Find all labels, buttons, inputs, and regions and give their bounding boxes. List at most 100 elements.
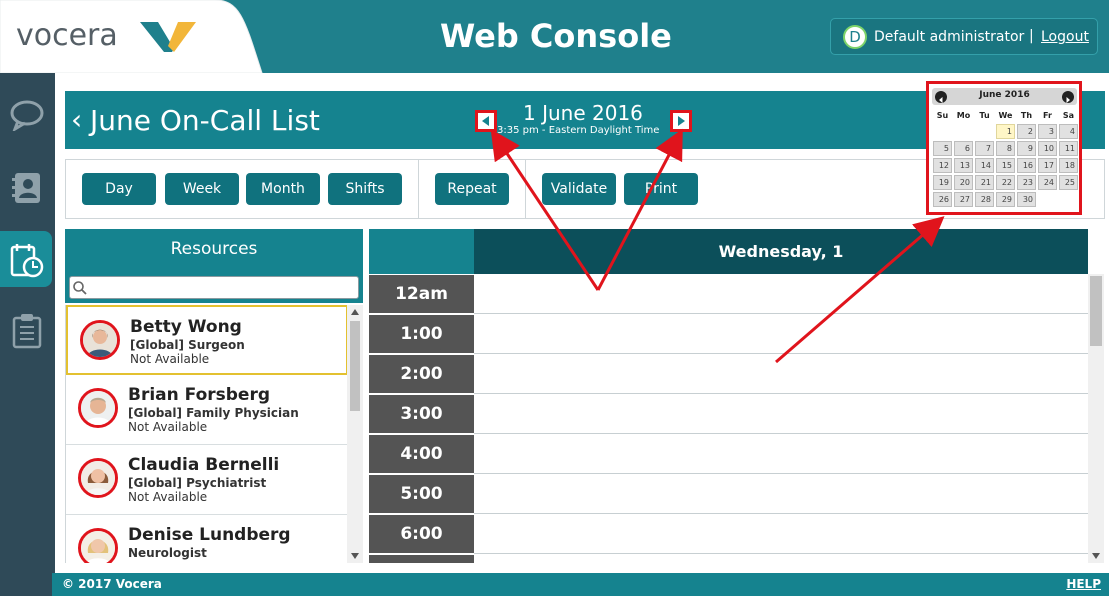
nav-messages-button[interactable] [0, 87, 52, 143]
calendar-day[interactable]: 10 [1038, 141, 1057, 156]
calendar-next-month-button[interactable] [1062, 91, 1074, 103]
shifts-button[interactable]: Shifts [328, 173, 402, 205]
calendar-weekday-label: Tu [979, 111, 990, 120]
calendar-day[interactable]: 14 [975, 158, 994, 173]
schedule-slot[interactable] [474, 314, 1088, 354]
list-title: June On-Call List [90, 104, 320, 137]
scroll-down-icon [1092, 553, 1100, 559]
list-item[interactable]: Betty Wong [Global] Surgeon Not Availabl… [66, 305, 348, 375]
triangle-right-icon [1066, 97, 1070, 103]
scrollbar-thumb[interactable] [1090, 276, 1102, 346]
calendar-day[interactable]: 7 [975, 141, 994, 156]
validate-button[interactable]: Validate [542, 173, 616, 205]
user-panel: D Default administrator | Logout [830, 18, 1098, 55]
calendar-weekday-label: Su [936, 111, 949, 120]
previous-day-button[interactable] [475, 110, 497, 132]
app-header: vocera Web Console D Default administrat… [0, 0, 1109, 73]
calendar-weekday-label: Sa [1062, 111, 1075, 120]
resource-name: Denise Lundberg [128, 525, 291, 545]
schedule-scrollbar[interactable] [1088, 274, 1104, 563]
resource-name: Betty Wong [130, 317, 242, 337]
help-link[interactable]: HELP [1066, 577, 1101, 591]
calendar-day[interactable]: 23 [1017, 175, 1036, 190]
calendar-day[interactable]: 15 [996, 158, 1015, 173]
list-item[interactable]: Brian Forsberg [Global] Family Physician… [66, 375, 348, 445]
calendar-day[interactable]: 24 [1038, 175, 1057, 190]
calendar-day[interactable]: 28 [975, 192, 994, 207]
calendar-day[interactable]: 3 [1038, 124, 1057, 139]
calendar-day[interactable]: 20 [954, 175, 973, 190]
schedule-grid-corner [369, 229, 474, 274]
repeat-button[interactable]: Repeat [435, 173, 509, 205]
resource-status: Not Available [128, 490, 208, 504]
calendar-weekday-label: We [998, 111, 1013, 120]
schedule-slot[interactable] [474, 554, 1088, 563]
calendar-day[interactable]: 1 [996, 124, 1015, 139]
resource-status: Not Available [128, 420, 208, 434]
calendar-day[interactable]: 17 [1038, 158, 1057, 173]
time-label: 4:00 [369, 435, 474, 473]
schedule-icon [10, 244, 44, 278]
toolbar-divider [418, 160, 419, 218]
calendar-day[interactable]: 25 [1059, 175, 1078, 190]
month-view-button[interactable]: Month [246, 173, 320, 205]
resource-status: Not Available [130, 352, 210, 366]
logo-text: vocera [16, 18, 118, 53]
schedule-slot[interactable] [474, 474, 1088, 514]
toolbar-divider [525, 160, 526, 218]
calendar-day[interactable]: 16 [1017, 158, 1036, 173]
calendar-day[interactable]: 2 [1017, 124, 1036, 139]
next-day-button[interactable] [670, 110, 692, 132]
schedule-slot[interactable] [474, 514, 1088, 554]
app-title: Web Console [440, 17, 672, 55]
calendar-day[interactable]: 27 [954, 192, 973, 207]
calendar-day[interactable]: 9 [1017, 141, 1036, 156]
nav-schedule-button[interactable] [0, 231, 52, 287]
time-label-partial [369, 555, 474, 563]
avatar [80, 320, 120, 360]
resource-list: Betty Wong [Global] Surgeon Not Availabl… [65, 305, 363, 563]
calendar-day[interactable]: 12 [933, 158, 952, 173]
resource-role: [Global] Family Physician [128, 406, 299, 420]
schedule-slot[interactable] [474, 394, 1088, 434]
resource-search-input[interactable] [69, 276, 359, 299]
time-label: 2:00 [369, 355, 474, 393]
calendar-day[interactable]: 21 [975, 175, 994, 190]
user-avatar: D [843, 25, 867, 49]
resource-list-scrollbar[interactable] [347, 305, 363, 563]
list-item[interactable]: Denise Lundberg Neurologist [66, 515, 348, 563]
logout-link[interactable]: Logout [1041, 29, 1089, 45]
calendar-weekday-label: Fr [1043, 111, 1052, 120]
time-label: 12am [369, 275, 474, 313]
print-button[interactable]: Print [624, 173, 698, 205]
vocera-logo: vocera [0, 0, 270, 73]
nav-assignments-button[interactable] [0, 301, 52, 357]
schedule-slot[interactable] [474, 354, 1088, 394]
back-button[interactable]: ‹ [71, 103, 82, 136]
calendar-day[interactable]: 26 [933, 192, 952, 207]
triangle-right-icon [678, 116, 685, 126]
calendar-day[interactable]: 18 [1059, 158, 1078, 173]
calendar-day[interactable]: 30 [1017, 192, 1036, 207]
triangle-left-icon [482, 116, 489, 126]
scrollbar-thumb[interactable] [350, 321, 360, 411]
day-view-button[interactable]: Day [82, 173, 156, 205]
resource-name: Brian Forsberg [128, 385, 271, 405]
calendar-day[interactable]: 22 [996, 175, 1015, 190]
schedule-slot[interactable] [474, 434, 1088, 474]
calendar-day[interactable]: 4 [1059, 124, 1078, 139]
resource-role: [Global] Surgeon [130, 338, 245, 352]
calendar-day[interactable]: 6 [954, 141, 973, 156]
left-nav [0, 73, 52, 596]
nav-contacts-button[interactable] [0, 159, 52, 215]
calendar-day[interactable]: 13 [954, 158, 973, 173]
calendar-day[interactable]: 5 [933, 141, 952, 156]
calendar-day[interactable]: 11 [1059, 141, 1078, 156]
schedule-slot[interactable] [474, 274, 1088, 314]
calendar-day[interactable]: 29 [996, 192, 1015, 207]
calendar-day[interactable]: 19 [933, 175, 952, 190]
calendar-day[interactable]: 8 [996, 141, 1015, 156]
list-item[interactable]: Claudia Bernelli [Global] Psychiatrist N… [66, 445, 348, 515]
date-picker-calendar: June 2016 Su Mo Tu We Th Fr Sa 1 2 3 4 5 6 7 8 9 10 11 12 1… [926, 81, 1082, 215]
week-view-button[interactable]: Week [165, 173, 239, 205]
